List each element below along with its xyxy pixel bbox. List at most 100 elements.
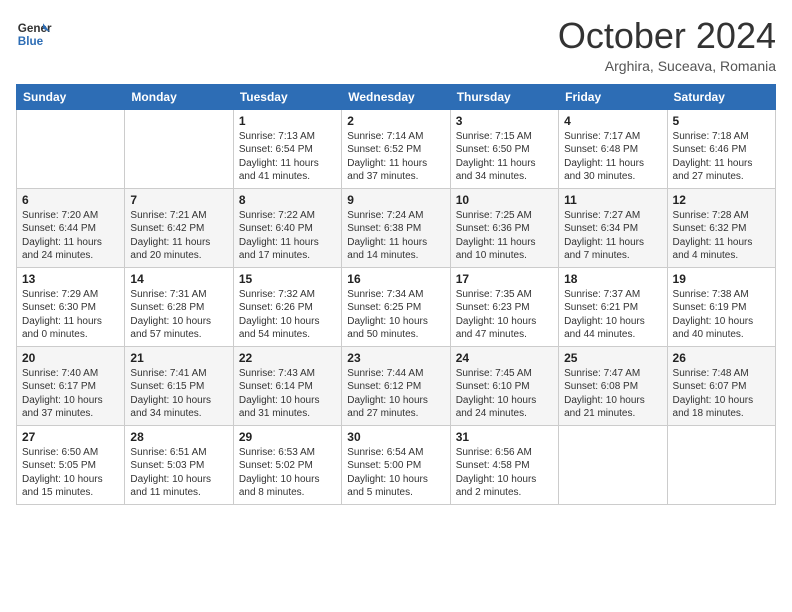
weekday-header: Monday (125, 84, 233, 109)
day-number: 21 (130, 351, 227, 365)
calendar-cell (125, 109, 233, 188)
day-info: Sunrise: 6:56 AM Sunset: 4:58 PM Dayligh… (456, 446, 553, 500)
day-info: Sunrise: 6:50 AM Sunset: 5:05 PM Dayligh… (22, 446, 119, 500)
calendar-cell: 26 Sunrise: 7:48 AM Sunset: 6:07 PM Dayli… (667, 346, 775, 425)
svg-text:Blue: Blue (18, 35, 44, 48)
calendar-cell (667, 425, 775, 504)
day-info: Sunrise: 7:45 AM Sunset: 6:10 PM Dayligh… (456, 367, 553, 421)
day-info: Sunrise: 7:34 AM Sunset: 6:25 PM Dayligh… (347, 288, 444, 342)
day-number: 6 (22, 193, 119, 207)
day-number: 3 (456, 114, 553, 128)
day-number: 19 (673, 272, 770, 286)
day-info: Sunrise: 7:14 AM Sunset: 6:52 PM Dayligh… (347, 130, 444, 184)
calendar-cell: 14 Sunrise: 7:31 AM Sunset: 6:28 PM Dayli… (125, 267, 233, 346)
day-number: 7 (130, 193, 227, 207)
day-number: 4 (564, 114, 661, 128)
day-info: Sunrise: 7:40 AM Sunset: 6:17 PM Dayligh… (22, 367, 119, 421)
weekday-header: Saturday (667, 84, 775, 109)
weekday-header: Tuesday (233, 84, 341, 109)
day-number: 20 (22, 351, 119, 365)
weekday-header: Thursday (450, 84, 558, 109)
day-number: 30 (347, 430, 444, 444)
calendar-cell: 20 Sunrise: 7:40 AM Sunset: 6:17 PM Dayli… (17, 346, 125, 425)
day-info: Sunrise: 7:31 AM Sunset: 6:28 PM Dayligh… (130, 288, 227, 342)
calendar-header-row: SundayMondayTuesdayWednesdayThursdayFrid… (17, 84, 776, 109)
calendar-cell: 23Sunrise: 7:44 AM Sunset: 6:12 PM Dayli… (342, 346, 450, 425)
day-number: 8 (239, 193, 336, 207)
calendar-week-row: 1Sunrise: 7:13 AM Sunset: 6:54 PM Daylig… (17, 109, 776, 188)
calendar-cell: 31 Sunrise: 6:56 AM Sunset: 4:58 PM Dayli… (450, 425, 558, 504)
day-number: 24 (456, 351, 553, 365)
day-number: 11 (564, 193, 661, 207)
calendar-week-row: 13Sunrise: 7:29 AM Sunset: 6:30 PM Dayli… (17, 267, 776, 346)
day-info: Sunrise: 7:32 AM Sunset: 6:26 PM Dayligh… (239, 288, 336, 342)
month-title: October 2024 (558, 16, 776, 56)
calendar-table: SundayMondayTuesdayWednesdayThursdayFrid… (16, 84, 776, 505)
day-info: Sunrise: 7:43 AM Sunset: 6:14 PM Dayligh… (239, 367, 336, 421)
day-number: 22 (239, 351, 336, 365)
day-info: Sunrise: 7:17 AM Sunset: 6:48 PM Dayligh… (564, 130, 661, 184)
calendar-cell: 17 Sunrise: 7:35 AM Sunset: 6:23 PM Dayli… (450, 267, 558, 346)
day-info: Sunrise: 7:41 AM Sunset: 6:15 PM Dayligh… (130, 367, 227, 421)
calendar-week-row: 6 Sunrise: 7:20 AM Sunset: 6:44 PM Daylig… (17, 188, 776, 267)
calendar-week-row: 20 Sunrise: 7:40 AM Sunset: 6:17 PM Dayli… (17, 346, 776, 425)
day-number: 17 (456, 272, 553, 286)
title-block: October 2024 Arghira, Suceava, Romania (558, 16, 776, 74)
day-info: Sunrise: 7:29 AM Sunset: 6:30 PM Dayligh… (22, 288, 119, 342)
day-number: 31 (456, 430, 553, 444)
day-info: Sunrise: 7:21 AM Sunset: 6:42 PM Dayligh… (130, 209, 227, 263)
calendar-cell: 30Sunrise: 6:54 AM Sunset: 5:00 PM Dayli… (342, 425, 450, 504)
day-number: 16 (347, 272, 444, 286)
day-number: 27 (22, 430, 119, 444)
day-number: 15 (239, 272, 336, 286)
calendar-cell: 15 Sunrise: 7:32 AM Sunset: 6:26 PM Dayli… (233, 267, 341, 346)
calendar-cell: 7 Sunrise: 7:21 AM Sunset: 6:42 PM Daylig… (125, 188, 233, 267)
day-info: Sunrise: 7:15 AM Sunset: 6:50 PM Dayligh… (456, 130, 553, 184)
day-info: Sunrise: 7:48 AM Sunset: 6:07 PM Dayligh… (673, 367, 770, 421)
day-number: 28 (130, 430, 227, 444)
calendar-cell: 5 Sunrise: 7:18 AM Sunset: 6:46 PM Daylig… (667, 109, 775, 188)
calendar-cell: 9 Sunrise: 7:24 AM Sunset: 6:38 PM Daylig… (342, 188, 450, 267)
day-info: Sunrise: 6:51 AM Sunset: 5:03 PM Dayligh… (130, 446, 227, 500)
day-number: 26 (673, 351, 770, 365)
day-number: 10 (456, 193, 553, 207)
day-number: 9 (347, 193, 444, 207)
day-info: Sunrise: 7:38 AM Sunset: 6:19 PM Dayligh… (673, 288, 770, 342)
calendar-cell: 18 Sunrise: 7:37 AM Sunset: 6:21 PM Dayli… (559, 267, 667, 346)
calendar-cell: 6 Sunrise: 7:20 AM Sunset: 6:44 PM Daylig… (17, 188, 125, 267)
day-number: 25 (564, 351, 661, 365)
day-number: 12 (673, 193, 770, 207)
day-info: Sunrise: 7:27 AM Sunset: 6:34 PM Dayligh… (564, 209, 661, 263)
day-number: 5 (673, 114, 770, 128)
calendar-cell (559, 425, 667, 504)
calendar-cell: 11 Sunrise: 7:27 AM Sunset: 6:34 PM Dayli… (559, 188, 667, 267)
day-info: Sunrise: 7:44 AM Sunset: 6:12 PM Dayligh… (347, 367, 444, 421)
day-number: 2 (347, 114, 444, 128)
day-info: Sunrise: 7:25 AM Sunset: 6:36 PM Dayligh… (456, 209, 553, 263)
calendar-cell: 21 Sunrise: 7:41 AM Sunset: 6:15 PM Dayli… (125, 346, 233, 425)
location: Arghira, Suceava, Romania (558, 58, 776, 74)
day-number: 1 (239, 114, 336, 128)
day-info: Sunrise: 7:35 AM Sunset: 6:23 PM Dayligh… (456, 288, 553, 342)
day-info: Sunrise: 7:18 AM Sunset: 6:46 PM Dayligh… (673, 130, 770, 184)
day-info: Sunrise: 7:37 AM Sunset: 6:21 PM Dayligh… (564, 288, 661, 342)
day-number: 18 (564, 272, 661, 286)
day-info: Sunrise: 7:28 AM Sunset: 6:32 PM Dayligh… (673, 209, 770, 263)
weekday-header: Friday (559, 84, 667, 109)
logo: General Blue (16, 16, 52, 52)
weekday-header: Sunday (17, 84, 125, 109)
day-info: Sunrise: 7:24 AM Sunset: 6:38 PM Dayligh… (347, 209, 444, 263)
day-number: 14 (130, 272, 227, 286)
calendar-cell: 10 Sunrise: 7:25 AM Sunset: 6:36 PM Dayli… (450, 188, 558, 267)
day-info: Sunrise: 7:20 AM Sunset: 6:44 PM Dayligh… (22, 209, 119, 263)
calendar-cell: 24 Sunrise: 7:45 AM Sunset: 6:10 PM Dayli… (450, 346, 558, 425)
logo-icon: General Blue (16, 16, 52, 52)
calendar-cell: 12 Sunrise: 7:28 AM Sunset: 6:32 PM Dayli… (667, 188, 775, 267)
calendar-cell (17, 109, 125, 188)
page-header: General Blue October 2024 Arghira, Sucea… (16, 16, 776, 74)
calendar-cell: 16 Sunrise: 7:34 AM Sunset: 6:25 PM Dayli… (342, 267, 450, 346)
calendar-cell: 29Sunrise: 6:53 AM Sunset: 5:02 PM Dayli… (233, 425, 341, 504)
day-info: Sunrise: 7:22 AM Sunset: 6:40 PM Dayligh… (239, 209, 336, 263)
calendar-cell: 22 Sunrise: 7:43 AM Sunset: 6:14 PM Dayli… (233, 346, 341, 425)
calendar-cell: 2 Sunrise: 7:14 AM Sunset: 6:52 PM Daylig… (342, 109, 450, 188)
